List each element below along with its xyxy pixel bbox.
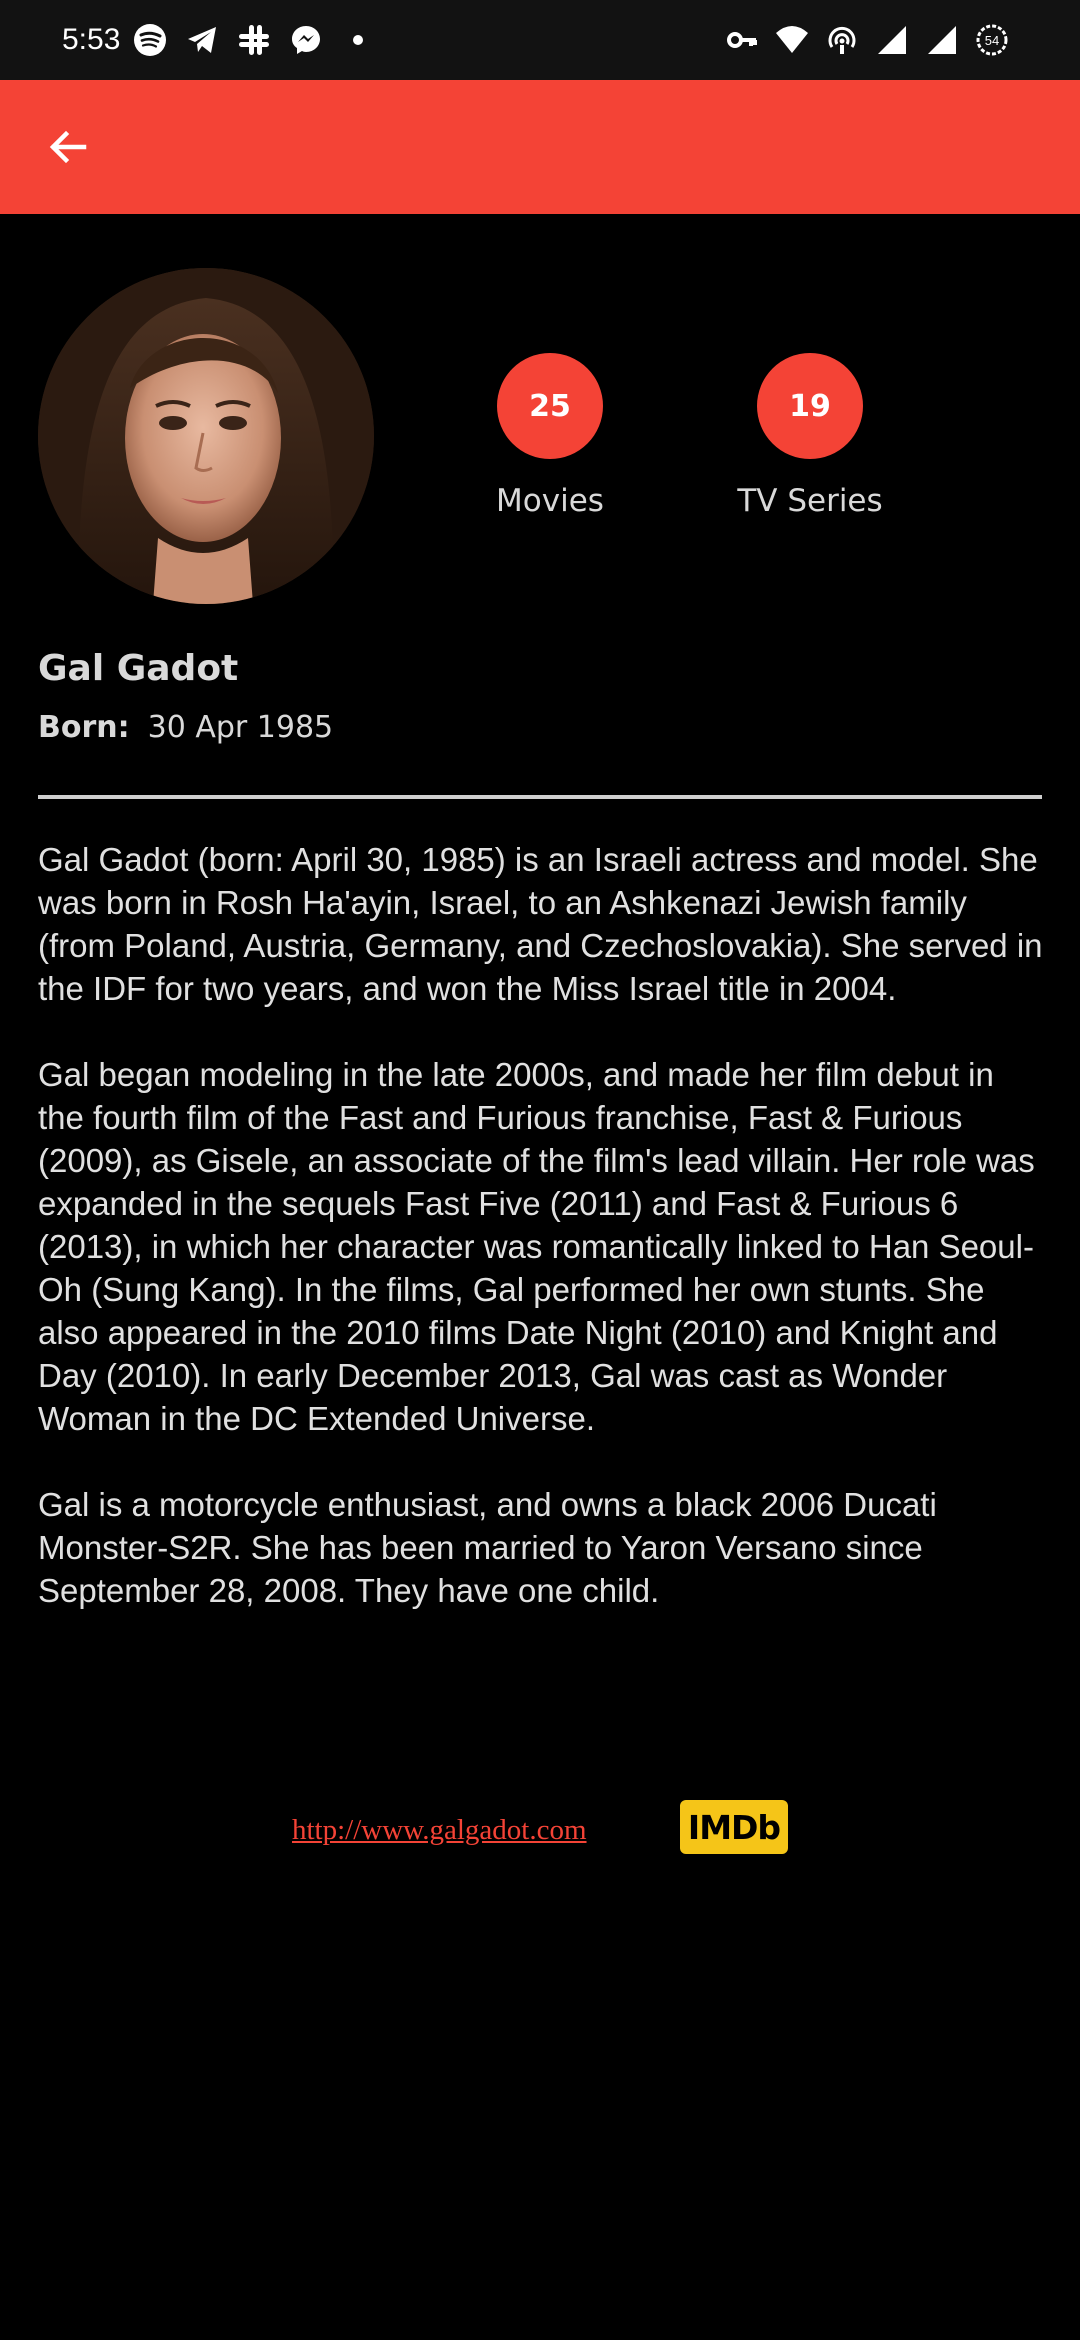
back-button[interactable]	[28, 107, 108, 187]
bio-paragraph: Gal began modeling in the late 2000s, an…	[38, 1056, 1035, 1437]
status-time: 5:53	[62, 23, 121, 56]
arrow-back-icon	[49, 130, 87, 164]
signal-icon	[922, 20, 962, 60]
signal-icon	[872, 20, 912, 60]
messenger-icon	[286, 20, 326, 60]
tv-series-stat[interactable]: 19 TV Series	[710, 353, 910, 519]
person-photo	[38, 268, 374, 604]
telegram-icon	[182, 20, 222, 60]
born-date: 30 Apr 1985	[147, 710, 334, 745]
spotify-icon	[130, 20, 170, 60]
system-icons: 54	[722, 18, 1012, 62]
divider	[38, 795, 1042, 799]
movies-count-badge: 25	[497, 353, 603, 459]
battery-level: 54	[985, 33, 999, 48]
avatar	[38, 268, 374, 604]
born-label: Born:	[38, 710, 130, 745]
vpn-key-icon	[722, 20, 762, 60]
person-name: Gal Gadot	[38, 648, 239, 689]
dot-icon	[338, 20, 378, 60]
external-links: http://www.galgadot.com IMDb	[0, 1800, 1080, 1856]
tv-series-count-badge: 19	[757, 353, 863, 459]
bio-paragraph: Gal Gadot (born: April 30, 1985) is an I…	[38, 841, 1043, 1007]
battery-icon: 54	[972, 20, 1012, 60]
website-link[interactable]: http://www.galgadot.com	[292, 1814, 587, 1847]
tv-series-label: TV Series	[737, 483, 883, 519]
app-screen: 5:53 54 25 Movies 19 TV Series Gal Gadot…	[0, 0, 1080, 2340]
biography: Gal Gadot (born: April 30, 1985) is an I…	[38, 838, 1048, 1655]
movies-label: Movies	[496, 483, 604, 519]
imdb-logo-button[interactable]: IMDb	[680, 1800, 788, 1854]
wifi-icon	[772, 20, 812, 60]
movies-stat[interactable]: 25 Movies	[450, 353, 650, 519]
app-bar	[0, 80, 1080, 214]
born-row: Born: 30 Apr 1985	[38, 710, 333, 745]
notification-icons	[130, 18, 378, 62]
slack-icon	[234, 20, 274, 60]
hotspot-icon	[822, 20, 862, 60]
status-bar: 5:53 54	[0, 0, 1080, 80]
bio-paragraph: Gal is a motorcycle enthusiast, and owns…	[38, 1486, 937, 1609]
